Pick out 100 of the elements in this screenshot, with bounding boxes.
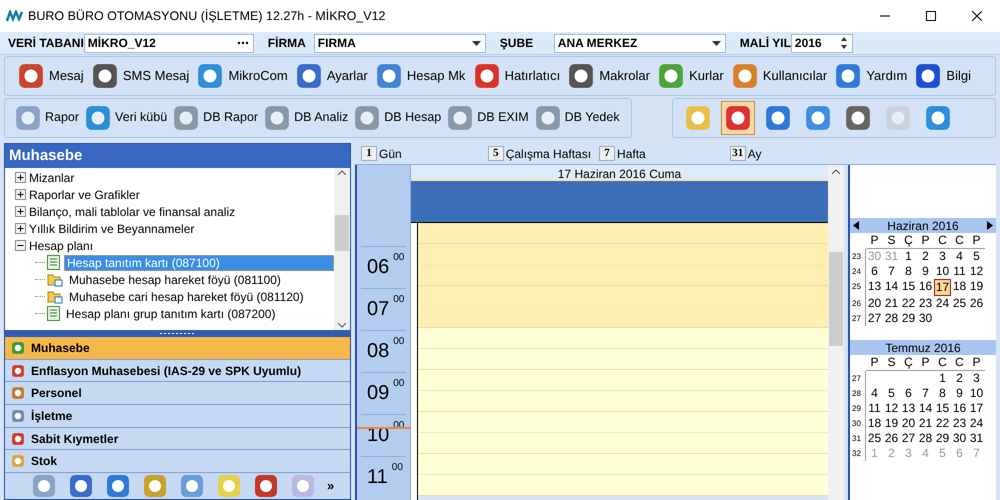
calendar-day[interactable]: 20 [900, 416, 917, 431]
toolbar-button[interactable]: Mesaj [15, 59, 86, 93]
scrollbar[interactable] [334, 168, 350, 330]
toolbar-button[interactable]: Kullanıcılar [728, 59, 830, 93]
calendar-day[interactable]: 20 [866, 296, 883, 311]
expand-icon[interactable] [15, 223, 26, 234]
toolbar-button[interactable]: DB EXIM [445, 100, 530, 134]
dropdown-arrow-icon[interactable] [712, 40, 721, 46]
calendar-day[interactable]: 6 [900, 386, 917, 401]
calendar-day[interactable]: 3 [968, 371, 985, 386]
calendar-day[interactable]: 25 [951, 296, 968, 311]
toolbar-button[interactable]: DB Rapor [171, 100, 260, 134]
calendar-day[interactable]: 26 [883, 431, 900, 446]
calendar-day[interactable]: 5 [883, 386, 900, 401]
calendar-day[interactable]: 17 [968, 401, 985, 416]
calendar-day[interactable]: 3 [934, 249, 951, 264]
toolbar-button[interactable]: MikroCom [194, 59, 290, 93]
calendar-day[interactable]: 22 [934, 416, 951, 431]
calendar-day[interactable]: 7 [883, 264, 900, 279]
calendar-day[interactable]: 4 [951, 249, 968, 264]
calendar-day[interactable]: 9 [951, 386, 968, 401]
view-tab[interactable]: 5 Çalışma Haftası [488, 144, 592, 164]
calendar-day[interactable]: 14 [883, 279, 900, 296]
calendar-day[interactable]: 30 [917, 311, 934, 326]
calendar-day[interactable]: 23 [951, 416, 968, 431]
view-tab[interactable]: 7 Hafta [599, 144, 646, 164]
toolbar-button[interactable]: Hatırlatıcı [470, 59, 562, 93]
tree-item[interactable]: Hesap planı [29, 236, 94, 254]
calendar-day[interactable]: 8 [934, 386, 951, 401]
calendar-day[interactable]: 27 [866, 311, 883, 326]
tree-item[interactable]: Bilanço, mali tablolar ve finansal analiz [29, 202, 236, 220]
scroll-up-icon[interactable] [832, 169, 840, 174]
calendar-day[interactable]: 13 [866, 279, 883, 296]
calendar-day[interactable]: 11 [866, 401, 883, 416]
tree-item[interactable]: Hesap planı grup tanıtım kartı (087200) [64, 306, 278, 322]
expand-icon[interactable] [15, 206, 26, 217]
tree-item[interactable]: Mizanlar [29, 168, 74, 186]
toolbar-button[interactable]: Veri kübü [83, 100, 168, 134]
calendar-day[interactable]: 13 [900, 401, 917, 416]
scrollbar[interactable] [828, 165, 844, 500]
collapse-icon[interactable] [15, 240, 26, 251]
calendar-day[interactable]: 27 [900, 431, 917, 446]
calendar-day[interactable]: 5 [968, 249, 985, 264]
calendar-day[interactable]: 12 [883, 401, 900, 416]
previous-month-icon[interactable] [853, 221, 859, 230]
close-icon[interactable] [972, 11, 982, 21]
tree-item[interactable]: Muhasebe cari hesap hareket föyü (081120) [67, 288, 306, 304]
next-month-icon[interactable] [987, 221, 993, 230]
maximize-icon[interactable] [926, 11, 936, 21]
dropdown-field[interactable]: ANA MERKEZ [554, 34, 726, 52]
calendar-day[interactable]: 8 [900, 264, 917, 279]
calendar-day[interactable]: 21 [883, 296, 900, 311]
calendar-day[interactable]: 11 [951, 264, 968, 279]
calendar-day[interactable]: 26 [968, 296, 985, 311]
calendar-day[interactable]: 18 [951, 279, 968, 296]
expand-icon[interactable] [15, 172, 26, 183]
view-tab[interactable]: 31 Ay [730, 144, 762, 164]
scroll-down-icon[interactable] [338, 323, 346, 328]
toolbar-button[interactable]: Rapor [13, 100, 80, 134]
calendar-day[interactable]: 24 [968, 416, 985, 431]
toolbar-button[interactable]: DB Analiz [262, 100, 350, 134]
calendar-day[interactable]: 6 [866, 264, 883, 279]
calendar-day[interactable]: 25 [866, 431, 883, 446]
calendar-day[interactable]: 1 [934, 371, 951, 386]
tree-item[interactable]: Raporlar ve Grafikler [29, 186, 140, 204]
expand-icon[interactable] [15, 189, 26, 200]
scrollbar-thumb[interactable] [335, 215, 349, 251]
toolbar-button[interactable]: Hesap Mk [372, 59, 468, 93]
calendar-day[interactable]: 31 [968, 431, 985, 446]
view-button[interactable] [720, 100, 755, 134]
calendar-day[interactable]: 18 [866, 416, 883, 431]
calendar-day[interactable]: 21 [917, 416, 934, 431]
toolbar-button[interactable]: Bilgi [912, 59, 973, 93]
calendar-day[interactable]: 16 [917, 279, 934, 296]
calendar-day[interactable]: 29 [900, 311, 917, 326]
dropdown-field[interactable]: FIRMA [314, 34, 486, 52]
calendar-day[interactable]: 15 [934, 401, 951, 416]
toolbar-button[interactable]: Makrolar [565, 59, 652, 93]
calendar-day[interactable]: 16 [951, 401, 968, 416]
calendar-day[interactable]: 2 [917, 249, 934, 264]
toolbar-button[interactable]: SMS Mesaj [88, 59, 192, 93]
toolbar-button[interactable]: Yardım [832, 59, 910, 93]
calendar-day[interactable]: 15 [900, 279, 917, 296]
calendar-day[interactable]: 24 [934, 296, 951, 311]
dropdown-arrow-icon[interactable] [472, 40, 481, 46]
calendar-day[interactable]: 22 [900, 296, 917, 311]
calendar-day[interactable]: 17 [934, 279, 951, 296]
ellipsis-icon[interactable] [236, 41, 249, 45]
spinner-field[interactable]: 2016 [790, 34, 853, 52]
calendar-day[interactable]: 4 [866, 386, 883, 401]
calendar-day[interactable]: 30 [951, 431, 968, 446]
tree-item[interactable]: Yıllık Bildirim ve Beyannameler [29, 220, 194, 238]
more-button[interactable]: » [327, 476, 334, 496]
toolbar-button[interactable]: DB Yedek [532, 100, 621, 134]
scrollbar-thumb[interactable] [829, 252, 843, 346]
tree-item[interactable]: Muhasebe hesap hareket föyü (081100) [67, 272, 283, 288]
calendar-day[interactable]: 14 [917, 401, 934, 416]
browse-field[interactable]: MİKRO_V12 [84, 34, 254, 52]
calendar-day[interactable]: 28 [917, 431, 934, 446]
calendar-day[interactable]: 19 [968, 279, 985, 296]
